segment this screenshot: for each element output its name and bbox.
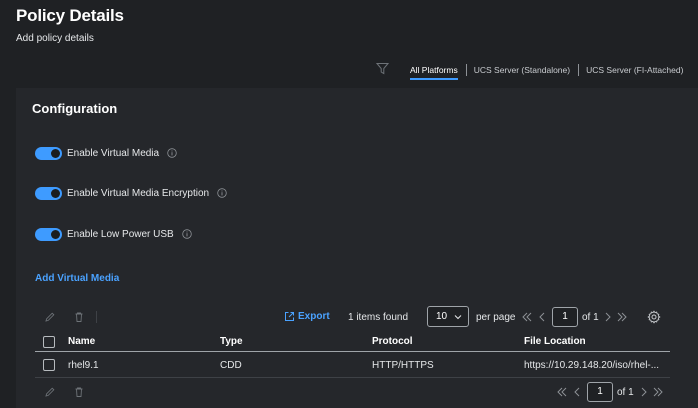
next-page-icon[interactable] [602,311,614,323]
chevron-down-icon [454,315,462,320]
info-icon[interactable] [182,229,192,239]
edit-icon[interactable] [44,311,56,323]
page-subtitle: Add policy details [16,33,94,44]
cell-name: rhel9.1 [68,360,99,371]
last-page-icon[interactable] [652,386,664,398]
previous-page-icon[interactable] [536,311,548,323]
next-page-icon[interactable] [638,386,650,398]
items-found-count: 1 items found [348,312,409,323]
row-checkbox[interactable] [43,359,55,371]
cell-file-location: https://10.29.148.20/iso/rhel-... [524,360,660,371]
page-size-select[interactable]: 10 [427,306,469,327]
table-row[interactable]: rhel9.1 CDD HTTP/HTTPS https://10.29.148… [35,353,670,378]
filter-icon[interactable] [376,62,389,75]
delete-icon[interactable] [73,386,85,398]
tab-ucs-fi-attached[interactable]: UCS Server (FI-Attached) [579,62,691,78]
enable-low-power-usb-toggle[interactable] [35,227,62,241]
cell-protocol: HTTP/HTTPS [372,360,434,371]
enable-virtual-media-label: Enable Virtual Media [67,147,160,159]
column-header-type[interactable]: Type [220,336,243,347]
column-header-file-location[interactable]: File Location [524,336,586,347]
column-header-name[interactable]: Name [68,336,95,347]
platform-tabs: All Platforms UCS Server (Standalone) UC… [403,62,691,80]
select-all-checkbox[interactable] [43,336,55,348]
delete-icon[interactable] [73,311,85,323]
column-header-protocol[interactable]: Protocol [372,336,413,347]
configuration-title: Configuration [32,101,118,116]
page-number-input[interactable]: 1 [552,307,578,327]
export-icon [285,312,294,321]
virtual-media-row: Enable Virtual Media [35,146,177,160]
cell-type: CDD [220,360,242,371]
enable-virtual-media-encryption-label: Enable Virtual Media Encryption [67,187,210,199]
toolbar-divider [96,311,97,323]
gear-icon[interactable] [647,310,661,324]
footer-page-number-input[interactable]: 1 [587,382,613,402]
page-size-value: 10 [436,311,448,322]
export-button[interactable]: Export [284,311,330,322]
footer-page-total-label: of 1 [617,387,634,398]
export-label: Export [298,311,330,322]
add-virtual-media-link[interactable]: Add Virtual Media [35,273,119,284]
per-page-label: per page [476,312,516,323]
table-header: Name Type Protocol File Location [35,331,670,352]
first-page-icon[interactable] [556,386,568,398]
page-title: Policy Details [16,6,124,25]
edit-icon[interactable] [44,386,56,398]
enable-virtual-media-encryption-toggle[interactable] [35,186,62,200]
info-icon[interactable] [167,148,177,158]
tab-ucs-standalone[interactable]: UCS Server (Standalone) [467,62,578,78]
low-power-usb-row: Enable Low Power USB [35,227,192,241]
first-page-icon[interactable] [521,311,533,323]
tab-all-platforms[interactable]: All Platforms [403,62,466,80]
last-page-icon[interactable] [616,311,628,323]
virtual-media-encryption-row: Enable Virtual Media Encryption [35,186,227,200]
enable-virtual-media-toggle[interactable] [35,146,62,160]
info-icon[interactable] [217,188,227,198]
page-total-label: of 1 [582,312,599,323]
enable-low-power-usb-label: Enable Low Power USB [67,228,174,240]
previous-page-icon[interactable] [571,386,583,398]
